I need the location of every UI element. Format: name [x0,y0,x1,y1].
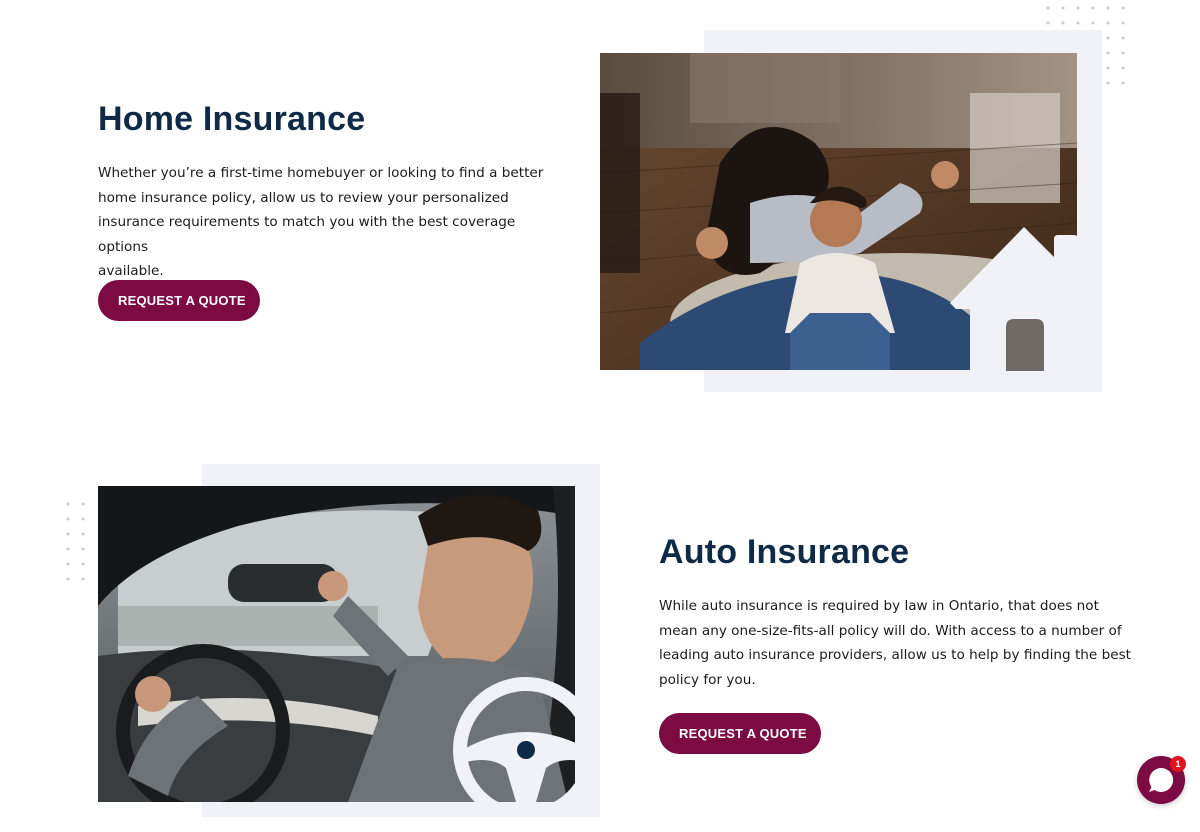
home-insurance-title: Home Insurance [98,100,366,138]
auto-desc-line: While auto insurance is required by law … [659,598,1099,614]
home-desc-line: insurance requirements to match you with… [98,214,516,255]
auto-insurance-description: While auto insurance is required by law … [659,594,1139,692]
home-insurance-description: Whether you’re a first-time homebuyer or… [98,161,558,284]
home-desc-line: home insurance policy, allow us to revie… [98,189,509,206]
auto-insurance-title: Auto Insurance [659,533,910,571]
auto-desc-line: policy for you. [659,671,756,688]
house-icon [950,227,1078,371]
auto-request-quote-button[interactable]: REQUEST A QUOTE [659,713,821,754]
auto-desc-line: mean any one-size-fits-all policy will d… [659,622,1122,639]
steering-wheel-icon [453,677,575,802]
auto-insurance-section: Auto Insurance While auto insurance is r… [0,440,1200,832]
home-desc-line: Whether you’re a first-time homebuyer or… [98,165,544,181]
home-request-quote-button[interactable]: REQUEST A QUOTE [98,280,260,321]
dot-pattern-decoration [66,502,85,581]
home-desc-line: available. [98,263,164,279]
chat-notification-badge: 1 [1170,756,1186,772]
auto-desc-line: leading auto insurance providers, allow … [659,647,1132,663]
home-insurance-section: Home Insurance Whether you’re a first-ti… [0,0,1200,420]
